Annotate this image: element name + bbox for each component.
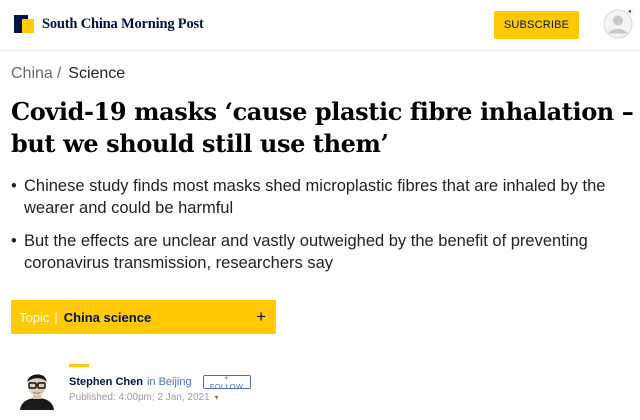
author-byline: Stephen Chen in Beijing + FOLLOW	[69, 373, 251, 391]
scmp-logo[interactable]: South China Morning Post	[14, 15, 204, 33]
summary-text: But the effects are unclear and vastly o…	[24, 232, 588, 272]
publish-date[interactable]: Published: 4:00pm, 2 Jan, 2021 ▾	[69, 392, 219, 403]
scmp-logo-icon	[14, 15, 36, 33]
topic-label: Topic	[19, 309, 50, 325]
topic-name[interactable]: China science	[64, 310, 151, 325]
breadcrumb-separator: /	[56, 65, 62, 82]
summary-item: • Chinese study finds most masks shed mi…	[11, 175, 636, 219]
follow-button[interactable]: + FOLLOW	[202, 373, 251, 391]
top-navigation-bar: South China Morning Post SUBSCRIBE ●	[0, 0, 640, 51]
author-accent-bar	[69, 364, 89, 367]
notification-dot-icon: ●	[628, 9, 632, 15]
publish-date-text: Published: 4:00pm, 2 Jan, 2021	[69, 392, 210, 403]
author-name[interactable]: Stephen Chen	[69, 376, 143, 388]
author-avatar[interactable]	[17, 365, 57, 410]
article-headline: Covid-19 masks ‘cause plastic fibre inha…	[11, 97, 634, 158]
chevron-down-icon[interactable]: ▾	[215, 393, 219, 402]
breadcrumb-china[interactable]: China	[11, 65, 53, 83]
bullet-icon: •	[11, 232, 17, 250]
article-summary: • Chinese study finds most masks shed mi…	[11, 175, 636, 285]
bullet-icon: •	[11, 177, 17, 195]
author-location[interactable]: in Beijing	[147, 376, 192, 388]
brand-name: South China Morning Post	[42, 15, 204, 32]
topic-separator: |	[54, 309, 58, 325]
summary-text: Chinese study finds most masks shed micr…	[24, 177, 606, 217]
breadcrumb: China / Science	[11, 65, 125, 83]
summary-item: • But the effects are unclear and vastly…	[11, 230, 636, 274]
subscribe-button[interactable]: SUBSCRIBE	[494, 11, 579, 39]
breadcrumb-science[interactable]: Science	[68, 65, 125, 83]
plus-icon[interactable]: +	[256, 307, 266, 327]
topic-bar[interactable]: Topic | China science +	[11, 300, 276, 334]
